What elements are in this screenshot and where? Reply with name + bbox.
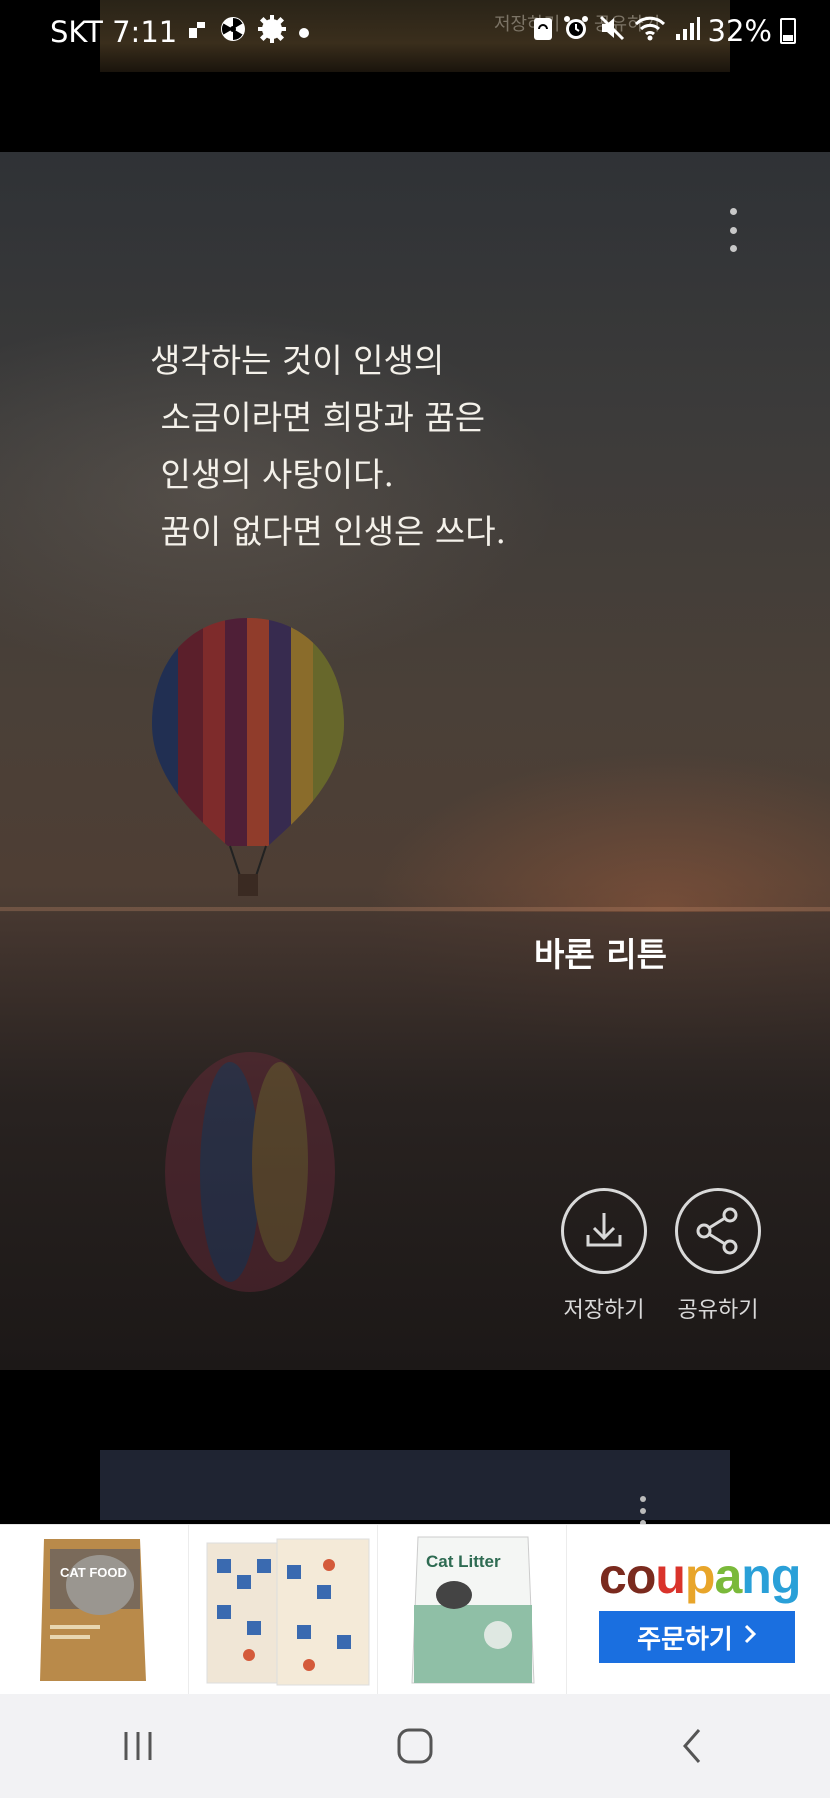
hot-air-balloon-image <box>152 618 344 896</box>
dot-icon <box>297 18 311 46</box>
download-icon[interactable] <box>561 1188 647 1274</box>
share-icon[interactable] <box>675 1188 761 1274</box>
quote-text: 생각하는 것이 인생의 소금이라면 희망과 꿈은 인생의 사탕이다. 꿈이 없다… <box>150 332 620 560</box>
photo-icon <box>187 18 209 46</box>
home-button[interactable] <box>355 1706 475 1786</box>
radiation-icon <box>219 15 247 49</box>
quote-line-3: 인생의 사탕이다. <box>150 455 394 494</box>
cat-litter-image: Cat Litter <box>411 1536 535 1684</box>
wifi-icon <box>634 14 666 48</box>
cat-toy-box-image <box>206 1538 370 1686</box>
recent-apps-button[interactable] <box>78 1706 198 1786</box>
quote-card[interactable]: 생각하는 것이 인생의 소금이라면 희망과 꿈은 인생의 사탕이다. 꿈이 없다… <box>0 152 830 1370</box>
chevron-right-icon <box>743 1622 757 1652</box>
settings-icon <box>257 14 287 50</box>
quote-line-4: 꿈이 없다면 인생은 쓰다. <box>150 512 507 551</box>
battery-percent: 32% <box>707 14 772 48</box>
alarm-icon <box>562 14 590 48</box>
status-left: SKT 7:11 <box>50 14 311 50</box>
cat-food-label: CAT FOOD <box>60 1565 127 1580</box>
order-label: 주문하기 <box>637 1624 733 1655</box>
status-right: 32% <box>532 14 796 48</box>
status-bar: 저장하기 공유하기 SKT 7:11 32% <box>0 0 830 72</box>
signal-icon <box>674 14 700 48</box>
home-icon <box>397 1728 433 1764</box>
ad-banner[interactable]: CAT FOOD Cat Litter coupang 주문하기 <box>0 1524 830 1695</box>
recent-apps-icon <box>124 1732 152 1760</box>
back-icon <box>682 1729 700 1763</box>
quote-line-2: 소금이라면 희망과 꿈은 <box>150 398 486 437</box>
battery-icon <box>780 18 796 44</box>
carrier-time: SKT 7:11 <box>50 15 178 49</box>
horizon-line <box>0 907 830 911</box>
share-label: 공유하기 <box>677 1298 759 1323</box>
save-button[interactable]: 저장하기 <box>549 1188 659 1324</box>
ad-product-cat-food[interactable]: CAT FOOD <box>0 1525 189 1695</box>
share-button[interactable]: 공유하기 <box>663 1188 773 1324</box>
ad-product-cat-toy-box[interactable] <box>189 1525 378 1695</box>
cat-litter-label: Cat Litter <box>426 1552 501 1571</box>
next-card-more-icon[interactable] <box>638 1496 648 1526</box>
mute-icon <box>598 14 626 48</box>
next-card-edge[interactable] <box>100 1450 730 1520</box>
cat-food-bag-image: CAT FOOD <box>40 1539 146 1681</box>
ad-product-cat-litter[interactable]: Cat Litter <box>378 1525 567 1695</box>
balloon-reflection <box>165 1052 335 1292</box>
coupang-ad-panel[interactable]: coupang 주문하기 <box>567 1525 830 1695</box>
quote-author: 바론 리튼 <box>534 935 667 974</box>
save-label: 저장하기 <box>563 1298 645 1323</box>
sync-icon <box>532 14 554 48</box>
coupang-logo[interactable]: coupang <box>599 1547 801 1605</box>
navigation-bar <box>0 1694 830 1798</box>
more-options-icon[interactable] <box>726 208 740 252</box>
order-button[interactable]: 주문하기 <box>599 1611 795 1663</box>
back-button[interactable] <box>632 1706 752 1786</box>
quote-line-1: 생각하는 것이 인생의 <box>150 341 445 380</box>
